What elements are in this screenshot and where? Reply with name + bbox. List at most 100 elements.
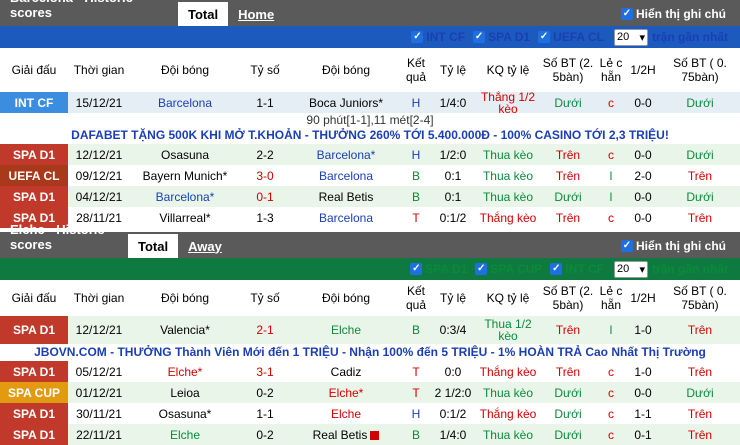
filter-spa-d1[interactable]: ✓ SPA D1 <box>410 262 467 276</box>
home-team[interactable]: Osasuna <box>130 148 240 162</box>
tab-home[interactable]: Home <box>228 2 284 26</box>
section-title: Barcelona - Historic scores <box>10 0 133 20</box>
match-date: 04/12/21 <box>75 189 123 204</box>
ad-banner[interactable]: DAFABET TẶNG 500K KHI MỞ T.KHOẢN - THƯỞN… <box>0 127 740 144</box>
checkbox-icon[interactable]: ✓ <box>621 240 633 252</box>
tab-total[interactable]: Total <box>128 234 179 258</box>
away-team[interactable]: Elche <box>290 407 402 421</box>
filter-spa-cup[interactable]: ✓ SPA CUP <box>475 262 542 276</box>
col-time: Thời gian <box>73 63 125 77</box>
table-row[interactable]: SPA CUP 01/12/21 Leioa 0-2 Elche* T 2 1/… <box>0 382 740 403</box>
filter-label: INT CF <box>565 262 604 276</box>
league-badge: SPA D1 <box>0 186 68 207</box>
table-row[interactable]: SPA D1 05/12/21 Elche* 3-1 Cadiz T 0:0 T… <box>0 361 740 382</box>
show-notes-toggle[interactable]: ✓ Hiển thị ghi chú <box>621 7 726 21</box>
half-score: 0-0 <box>634 95 652 110</box>
checkbox-icon[interactable]: ✓ <box>538 31 551 43</box>
show-notes-label: Hiển thị ghi chú <box>636 239 726 253</box>
result: T <box>412 364 420 379</box>
goals-075: Trên <box>687 323 713 337</box>
table-row[interactable]: INT CF 15/12/21 Barcelona 1-1 Boca Junio… <box>0 91 740 115</box>
table-row[interactable]: UEFA CL 09/12/21 Bayern Munich* 3-0 Barc… <box>0 165 740 186</box>
home-team[interactable]: Elche* <box>130 365 240 379</box>
col-home: Đội bóng <box>160 291 210 305</box>
away-team[interactable]: Elche <box>290 323 402 337</box>
goals-25: Dưới <box>554 427 582 442</box>
show-notes-toggle[interactable]: ✓ Hiển thị ghi chú <box>621 239 726 253</box>
half-score: 2-0 <box>634 168 652 183</box>
table-row[interactable]: SPA D1 04/12/21 Barcelona* 0-1 Real Beti… <box>0 186 740 207</box>
home-team[interactable]: Barcelona <box>130 96 240 110</box>
league-badge: SPA D1 <box>0 144 68 165</box>
col-odds-result: KQ tỷ lệ <box>486 63 530 77</box>
tab-away[interactable]: Away <box>178 234 232 258</box>
league-badge: INT CF <box>0 92 68 113</box>
score: 2-1 <box>256 323 274 337</box>
col-score: Tỷ số <box>250 291 280 305</box>
result: T <box>412 210 420 225</box>
col-result: Kết quả <box>405 284 427 312</box>
goals-075: Dưới <box>686 385 714 400</box>
goals-25: Dưới <box>554 189 582 204</box>
checkbox-icon[interactable]: ✓ <box>411 31 424 43</box>
away-team[interactable]: Elche* <box>290 386 402 400</box>
filter-int-cf[interactable]: ✓ INT CF <box>411 30 465 44</box>
odds-result: Thua kèo <box>482 189 534 204</box>
col-goals-075: Số BT ( 0. 75bàn) <box>673 284 727 312</box>
penalty-note: 90 phút[1-1],11 mét[2-4] <box>306 113 434 127</box>
match-date: 30/11/21 <box>76 406 122 421</box>
table-row[interactable]: SPA D1 30/11/21 Osasuna* 1-1 Elche H 0:1… <box>0 403 740 424</box>
match-count-select[interactable]: 20 ▾ <box>613 260 648 278</box>
checkbox-icon[interactable]: ✓ <box>621 8 633 20</box>
odd-even: l <box>609 189 613 204</box>
result: B <box>411 323 420 337</box>
home-team[interactable]: Barcelona* <box>130 190 240 204</box>
match-date: 22/11/21 <box>76 427 122 442</box>
filter-int-cf[interactable]: ✓ INT CF <box>550 262 604 276</box>
away-team[interactable]: Real Betis <box>290 190 402 204</box>
away-team[interactable]: Barcelona <box>290 211 402 225</box>
table-row[interactable]: SPA D1 22/11/21 Elche 0-2 Real Betis B 1… <box>0 424 740 445</box>
col-goals-075: Số BT ( 0. 75bàn) <box>673 56 727 84</box>
checkbox-icon[interactable]: ✓ <box>410 263 423 275</box>
table-row[interactable]: SPA D1 12/12/21 Osasuna 2-2 Barcelona* H… <box>0 144 740 165</box>
home-team[interactable]: Osasuna* <box>130 407 240 421</box>
away-team[interactable]: Cadiz <box>290 365 402 379</box>
checkbox-icon[interactable]: ✓ <box>473 31 486 43</box>
home-team[interactable]: Villarreal* <box>130 211 240 225</box>
result: B <box>411 189 420 204</box>
away-team[interactable]: Real Betis <box>290 428 402 442</box>
odds: 2 1/2:0 <box>434 385 472 400</box>
goals-25: Trên <box>555 210 581 225</box>
match-date: 05/12/21 <box>75 364 123 379</box>
goals-25: Trên <box>555 364 581 379</box>
away-team[interactable]: Boca Juniors* <box>290 96 402 110</box>
filter-spa-d1[interactable]: ✓ SPA D1 <box>473 30 530 44</box>
home-team[interactable]: Elche <box>130 428 240 442</box>
checkbox-icon[interactable]: ✓ <box>550 263 563 275</box>
match-count-select[interactable]: 20 ▾ <box>613 28 648 46</box>
tab-total[interactable]: Total <box>178 2 229 26</box>
filter-uefa-cl[interactable]: ✓ UEFA CL <box>538 30 604 44</box>
away-team[interactable]: Barcelona* <box>290 148 402 162</box>
odd-even: c <box>608 406 614 421</box>
col-away: Đội bóng <box>321 63 371 77</box>
goals-25: Dưới <box>554 385 582 400</box>
filter-label: SPA CUP <box>490 262 543 276</box>
red-card-icon <box>370 430 380 440</box>
score: 3-1 <box>256 364 274 379</box>
ad-banner[interactable]: JBOVN.COM - THƯỞNG Thành Viên Mới đến 1 … <box>0 344 740 361</box>
col-goals-25: Số BT (2. 5bàn) <box>542 56 594 84</box>
checkbox-icon[interactable]: ✓ <box>475 263 488 275</box>
chevron-down-icon: ▾ <box>639 263 645 276</box>
match-date: 12/12/21 <box>75 323 123 337</box>
table-row[interactable]: SPA D1 12/12/21 Valencia* 2-1 Elche B 0:… <box>0 316 740 344</box>
goals-25: Dưới <box>554 406 582 421</box>
odds-result: Thua kèo <box>482 147 534 162</box>
select-value: 20 <box>616 263 630 275</box>
home-team[interactable]: Leioa <box>130 386 240 400</box>
home-team[interactable]: Bayern Munich* <box>130 169 240 183</box>
home-team[interactable]: Valencia* <box>130 323 240 337</box>
goals-075: Dưới <box>686 147 714 162</box>
away-team[interactable]: Barcelona <box>290 169 402 183</box>
